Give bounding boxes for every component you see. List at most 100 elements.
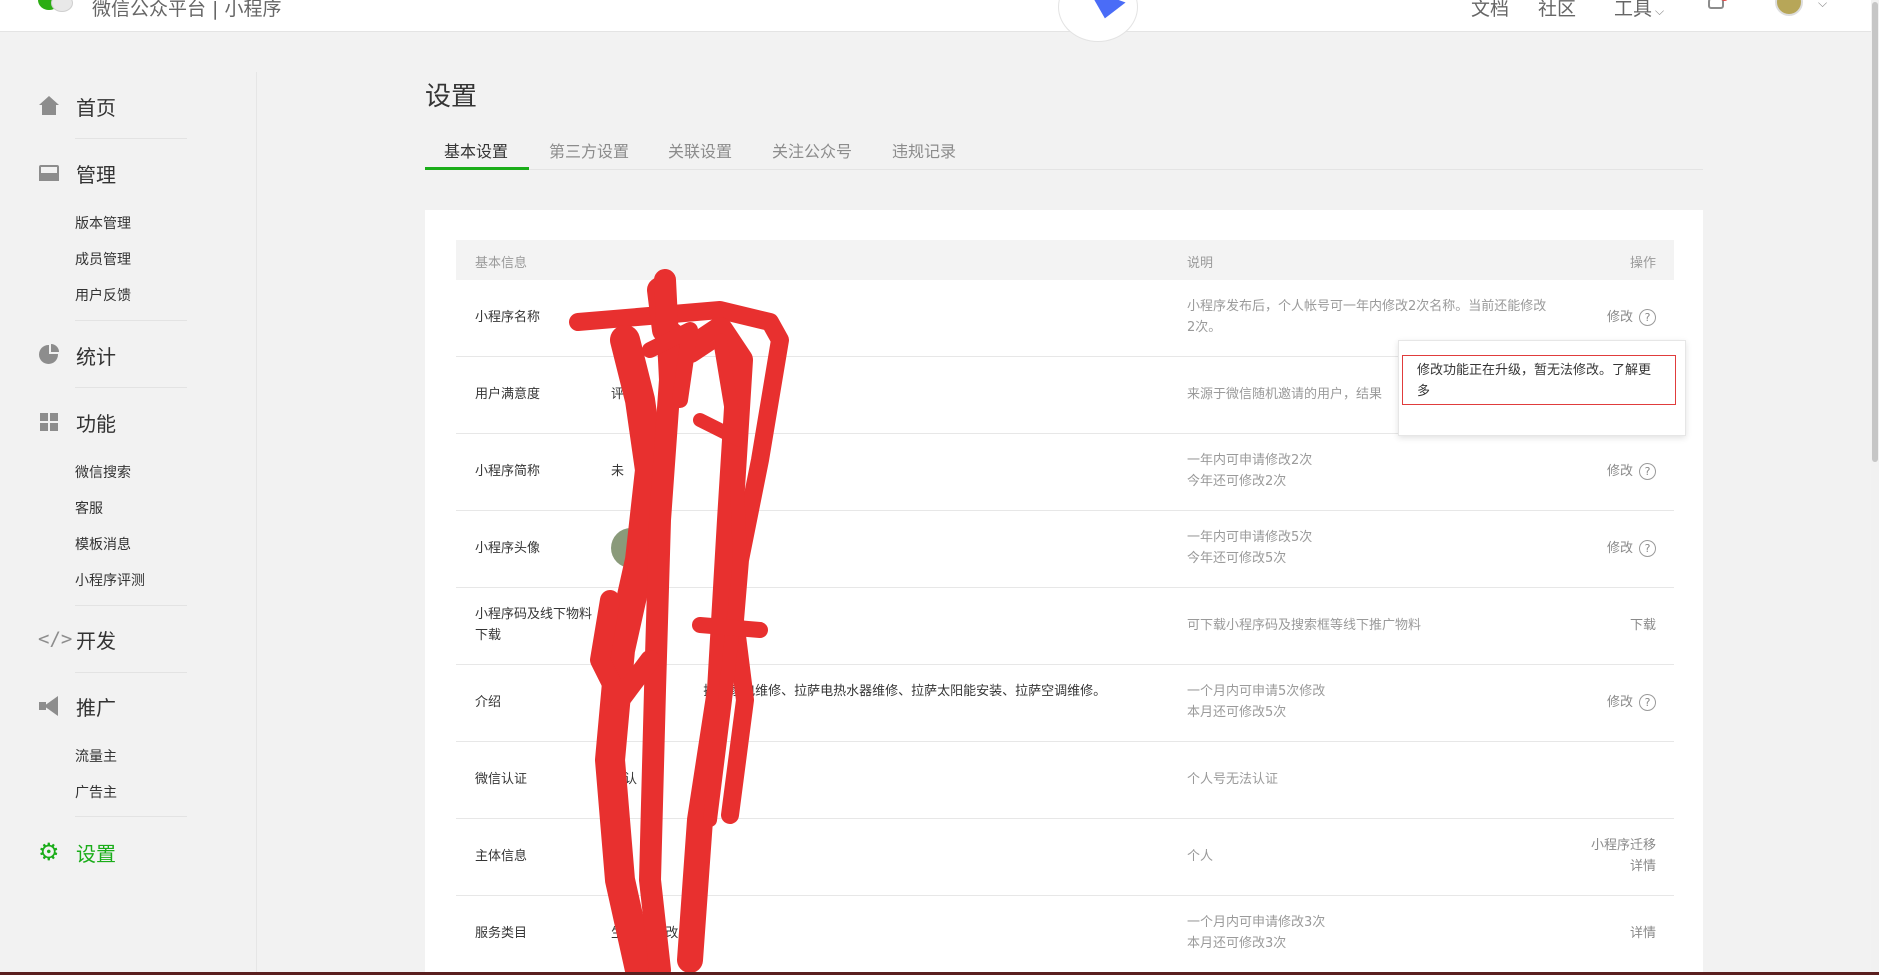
table-row: 小程序头像 一年内可申请修改5次 今年还可修改5次 修改? — [456, 511, 1674, 588]
sidebar-item-promote[interactable]: 推广 — [38, 693, 116, 720]
row-value: 未认 — [611, 772, 638, 787]
wechat-logo-icon[interactable] — [38, 0, 74, 14]
help-icon[interactable]: ? — [1639, 694, 1656, 711]
sidebar-item-stats[interactable]: 统计 — [38, 342, 116, 369]
gear-icon: ⚙ — [38, 838, 60, 866]
user-avatar[interactable] — [1775, 0, 1803, 16]
edit-link[interactable]: 修改? — [1607, 307, 1656, 328]
top-link-tools[interactable]: 工具 ⌵ — [1614, 0, 1664, 21]
megaphone-icon — [38, 695, 60, 717]
edit-link-label: 修改 — [1606, 464, 1633, 479]
edit-link[interactable]: 修改? — [1607, 538, 1656, 559]
edit-link[interactable]: 修改? — [1607, 692, 1656, 713]
tab-violation-records[interactable]: 违规记录 — [892, 138, 956, 170]
row-label: 服务类目 — [475, 926, 528, 941]
row-description: 个人 — [1187, 849, 1214, 864]
sidebar-item-label: 设置 — [76, 841, 116, 866]
tab-follow-official-account[interactable]: 关注公众号 — [772, 138, 852, 170]
sidebar-subitem-version[interactable]: 版本管理 — [75, 213, 131, 233]
tab-third-party[interactable]: 第三方设置 — [549, 138, 629, 170]
sidebar-item-label: 首页 — [76, 95, 116, 120]
app-avatar-icon[interactable] — [1058, 0, 1138, 42]
help-icon[interactable]: ? — [1639, 309, 1656, 326]
row-label: 小程序名称 — [475, 310, 541, 325]
help-icon[interactable]: ? — [1639, 540, 1656, 557]
top-link-tools-label: 工具 — [1614, 0, 1653, 20]
sidebar-divider — [75, 387, 187, 388]
row-value: 生 改 — [611, 926, 679, 941]
sidebar-item-label: 开发 — [76, 628, 116, 653]
sidebar-item-features[interactable]: 功能 — [38, 409, 116, 436]
row-value: 未 — [611, 464, 625, 479]
sidebar-subitem-customer-service[interactable]: 客服 — [75, 498, 103, 518]
mini-program-avatar — [611, 528, 651, 568]
details-link[interactable]: 详情 — [1630, 923, 1656, 944]
tab-basic-settings[interactable]: 基本设置 — [444, 138, 508, 170]
migrate-details-links[interactable]: 小程序迁移 详情 — [1591, 835, 1656, 877]
table-header: 基本信息 说明 操作 — [456, 240, 1674, 280]
sidebar-subitem-feedback[interactable]: 用户反馈 — [75, 285, 131, 305]
notification-bell-icon[interactable] — [1706, 0, 1729, 12]
edit-disabled-tooltip: 修改功能正在升级，暂无法修改。了解更多 — [1398, 340, 1686, 436]
home-icon — [38, 95, 60, 117]
page-title: 设置 — [425, 82, 478, 112]
sidebar-item-label: 推广 — [76, 695, 116, 720]
header-basic-info: 基本信息 — [475, 256, 528, 271]
table-row: 服务类目 生 改 一个月内可申请修改3次 本月还可修改3次 详情 — [456, 896, 1674, 973]
chevron-down-icon: ⌵ — [1655, 4, 1665, 18]
scrollbar-thumb[interactable] — [1872, 2, 1878, 462]
row-value: 评 — [611, 387, 625, 402]
row-label: 小程序头像 — [475, 541, 541, 556]
top-link-docs[interactable]: 文档 — [1471, 0, 1509, 21]
sidebar-divider — [75, 816, 187, 817]
edit-link-label: 修改 — [1606, 541, 1633, 556]
row-label: 用户满意度 — [475, 387, 541, 402]
edit-link-label: 修改 — [1606, 310, 1633, 325]
sidebar-divider — [256, 72, 257, 975]
sidebar-item-manage[interactable]: 管理 — [38, 160, 116, 187]
page-scrollbar[interactable] — [1871, 0, 1879, 975]
sidebar-item-label: 管理 — [76, 162, 116, 187]
sidebar-divider — [75, 138, 187, 139]
edit-link-label: 修改 — [1606, 695, 1633, 710]
edit-link[interactable]: 修改? — [1607, 461, 1656, 482]
help-icon[interactable]: ? — [1639, 463, 1656, 480]
row-description: 一个月内可申请5次修改 本月还可修改5次 — [1187, 684, 1326, 720]
row-label: 小程序码及线下物料下载 — [475, 607, 593, 643]
row-value: 主营 拉萨家电维修、拉萨电热水器维修、拉萨太阳能安装、拉萨空调维修。 — [611, 684, 1107, 699]
row-description: 一个月内可申请修改3次 本月还可修改3次 — [1187, 915, 1326, 951]
sidebar-item-label: 功能 — [76, 411, 116, 436]
sidebar-divider — [75, 672, 187, 673]
grid-icon — [38, 411, 60, 433]
table-row: 小程序码及线下物料下载 可下载小程序码及搜索框等线下推广物料 下载 — [456, 588, 1674, 665]
table-row: 主体信息 王 个人 小程序迁移 详情 — [456, 819, 1674, 896]
sidebar-divider — [75, 605, 187, 606]
header-operation: 操作 — [1629, 256, 1656, 271]
download-link[interactable]: 下载 — [1630, 615, 1656, 636]
sidebar-subitem-members[interactable]: 成员管理 — [75, 249, 131, 269]
sidebar-item-develop[interactable]: </> 开发 — [38, 626, 116, 653]
row-label: 主体信息 — [475, 849, 528, 864]
active-tab-indicator — [425, 167, 529, 170]
sidebar-subitem-evaluation[interactable]: 小程序评测 — [75, 570, 145, 590]
sidebar-item-settings[interactable]: ⚙ 设置 — [38, 838, 116, 866]
table-row: 微信认证 未认 个人号无法认证 — [456, 742, 1674, 819]
tooltip-text[interactable]: 修改功能正在升级，暂无法修改。了解更多 — [1402, 355, 1676, 405]
sidebar-subitem-traffic-owner[interactable]: 流量主 — [75, 746, 117, 766]
top-bar: 微信公众平台 | 小程序 文档 社区 工具 ⌵ ⌵ — [0, 0, 1879, 42]
code-icon: </> — [38, 628, 73, 650]
platform-title[interactable]: 微信公众平台 | 小程序 — [92, 0, 281, 21]
sidebar-item-home[interactable]: 首页 — [38, 93, 116, 120]
row-description: 个人号无法认证 — [1187, 772, 1279, 787]
sidebar-subitem-template-message[interactable]: 模板消息 — [75, 534, 131, 554]
sidebar-item-label: 统计 — [76, 344, 116, 369]
row-description: 一年内可申请修改5次 今年还可修改5次 — [1187, 530, 1313, 566]
chevron-down-icon[interactable]: ⌵ — [1818, 0, 1827, 11]
top-link-community[interactable]: 社区 — [1538, 0, 1576, 21]
sidebar-subitem-wechat-search[interactable]: 微信搜索 — [75, 462, 131, 482]
sidebar-subitem-advertiser[interactable]: 广告主 — [75, 782, 117, 802]
row-description: 可下载小程序码及搜索框等线下推广物料 — [1187, 618, 1422, 633]
row-description: 小程序发布后，个人帐号可一年内修改2次名称。当前还能修改2次。 — [1187, 299, 1547, 335]
tab-association[interactable]: 关联设置 — [668, 138, 732, 170]
row-label: 小程序简称 — [475, 464, 541, 479]
